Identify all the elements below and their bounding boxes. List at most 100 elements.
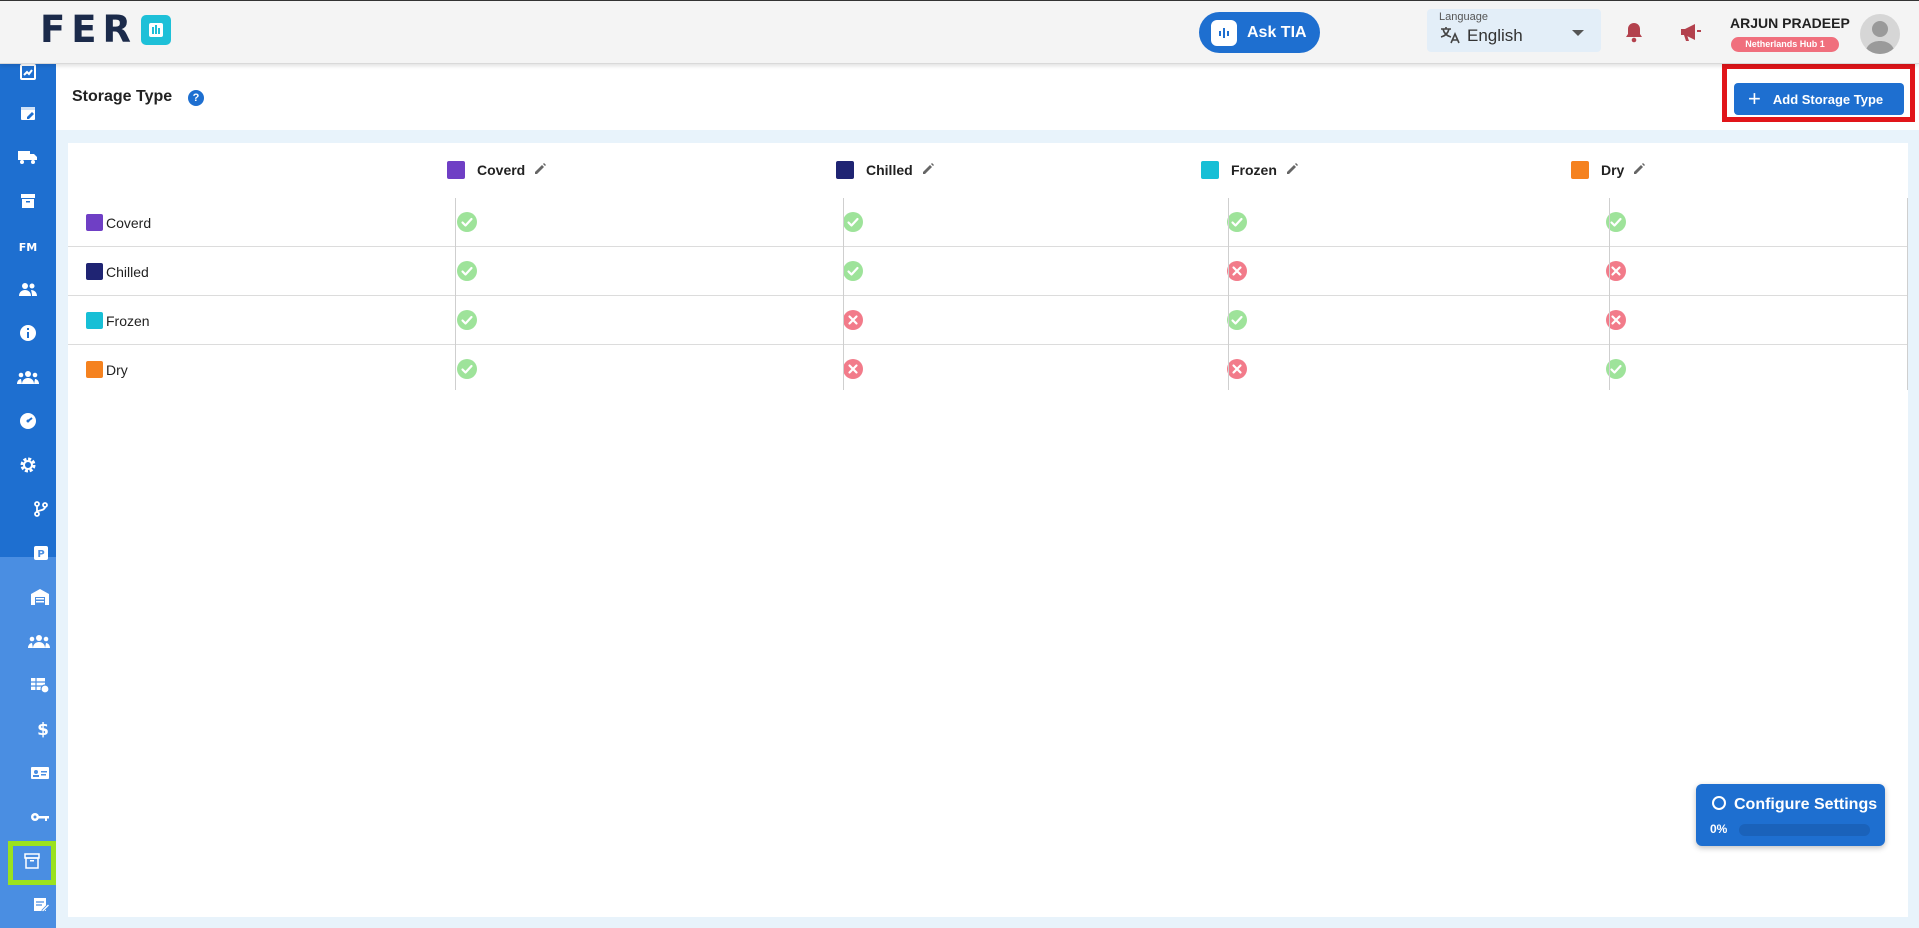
- ask-tia-button[interactable]: Ask TIA: [1199, 12, 1320, 53]
- column-divider: [1609, 198, 1610, 390]
- warehouse-icon: [30, 588, 50, 611]
- parking-icon: P: [32, 544, 50, 567]
- check-circle-icon[interactable]: [457, 359, 477, 379]
- color-swatch: [86, 263, 103, 280]
- column-header-frozen: Frozen: [1201, 161, 1299, 179]
- sidebar-item-routes[interactable]: [0, 491, 56, 531]
- row-label: Frozen: [86, 312, 150, 329]
- sidebar-item-pricing[interactable]: $: [0, 711, 56, 751]
- configure-settings-widget[interactable]: Configure Settings 0%: [1696, 784, 1885, 846]
- sidebar-item-warehouse[interactable]: [0, 579, 56, 619]
- storage-box-icon: [23, 852, 41, 875]
- column-header-label: Chilled: [866, 162, 913, 178]
- logo-mark-icon: [141, 15, 172, 45]
- sidebar-item-storage-type[interactable]: [8, 841, 56, 885]
- app-logo[interactable]: FER: [40, 8, 172, 51]
- sidebar-item-contacts[interactable]: [0, 755, 56, 795]
- check-circle-icon[interactable]: [843, 212, 863, 232]
- configure-progress-bar: [1739, 824, 1870, 836]
- bell-icon[interactable]: [1624, 21, 1644, 48]
- svg-text:P: P: [37, 549, 44, 560]
- progress-ring-icon: [1712, 796, 1726, 810]
- row-label: Chilled: [86, 263, 149, 280]
- check-circle-icon[interactable]: [1227, 212, 1247, 232]
- color-swatch: [836, 161, 854, 179]
- svg-text:$: $: [37, 720, 49, 738]
- cancel-circle-icon[interactable]: [1227, 261, 1247, 281]
- sidebar-item-info[interactable]: [0, 315, 56, 355]
- branch-icon: [32, 500, 50, 523]
- row-label-text: Frozen: [106, 312, 150, 329]
- info-icon: [19, 324, 37, 347]
- row-label: Dry: [86, 361, 128, 378]
- storage-compatibility-card: Coverd Chilled Frozen Dry Coverd Chilled Froz…: [68, 143, 1908, 917]
- note-edit-icon: [32, 895, 51, 918]
- row-label-text: Coverd: [106, 214, 152, 231]
- edit-pencil-icon[interactable]: [1285, 162, 1299, 179]
- color-swatch: [1571, 161, 1589, 179]
- cancel-circle-icon[interactable]: [843, 310, 863, 330]
- column-divider: [1907, 198, 1908, 390]
- chevron-down-icon: [1572, 30, 1584, 36]
- check-circle-icon[interactable]: [1227, 310, 1247, 330]
- sidebar-item-delivery[interactable]: [0, 139, 56, 179]
- compatibility-grid: Coverd Chilled Frozen Dry: [68, 198, 1908, 393]
- sidebar-item-calendar[interactable]: [0, 95, 56, 135]
- table-gear-icon: [30, 676, 50, 699]
- sidebar-item-teams[interactable]: [0, 623, 56, 663]
- sidebar: FM P $: [0, 63, 56, 928]
- plus-icon: +: [1748, 86, 1761, 111]
- speedometer-icon: [19, 412, 37, 435]
- cancel-circle-icon[interactable]: [1227, 359, 1247, 379]
- check-circle-icon[interactable]: [457, 212, 477, 232]
- page-toolbar: Storage Type ?: [56, 64, 1919, 130]
- column-divider: [455, 198, 456, 390]
- megaphone-icon[interactable]: [1678, 21, 1702, 48]
- archive-icon: [19, 192, 37, 215]
- sidebar-item-parking[interactable]: P: [0, 535, 56, 575]
- add-storage-type-label: Add Storage Type: [1772, 91, 1884, 107]
- avatar[interactable]: [1860, 14, 1900, 54]
- edit-pencil-icon[interactable]: [533, 162, 547, 179]
- sidebar-item-notes[interactable]: [0, 886, 56, 926]
- color-swatch: [86, 361, 103, 378]
- language-label: Language: [1439, 11, 1488, 23]
- sidebar-item-fm[interactable]: FM: [0, 227, 56, 267]
- color-swatch: [1201, 161, 1219, 179]
- hub-badge[interactable]: Netherlands Hub 1: [1731, 37, 1839, 52]
- sidebar-item-users[interactable]: [0, 271, 56, 311]
- edit-pencil-icon[interactable]: [921, 162, 935, 179]
- users-icon: [18, 281, 38, 302]
- check-circle-icon[interactable]: [457, 310, 477, 330]
- column-header-dry: Dry: [1571, 161, 1646, 179]
- table-row: Chilled: [68, 247, 1908, 296]
- top-header: FER Ask TIA Language English ARJUN PRADE…: [0, 0, 1919, 64]
- color-swatch: [447, 161, 465, 179]
- row-label: Coverd: [86, 214, 151, 231]
- ask-tia-label: Ask TIA: [1247, 23, 1307, 41]
- sidebar-item-keys[interactable]: [0, 799, 56, 839]
- table-row: Coverd: [68, 198, 1908, 247]
- check-circle-icon[interactable]: [457, 261, 477, 281]
- sidebar-item-table-settings[interactable]: [0, 667, 56, 707]
- check-circle-icon[interactable]: [843, 261, 863, 281]
- sidebar-item-archive[interactable]: [0, 183, 56, 223]
- sidebar-item-groups[interactable]: [0, 359, 56, 399]
- cancel-circle-icon[interactable]: [843, 359, 863, 379]
- report-chart-icon: [19, 63, 37, 86]
- language-value: English: [1467, 26, 1523, 45]
- column-header-label: Frozen: [1231, 162, 1277, 178]
- sidebar-item-settings[interactable]: [0, 447, 56, 487]
- add-storage-type-button[interactable]: + Add Storage Type: [1734, 83, 1904, 115]
- column-header-coverd: Coverd: [447, 161, 547, 179]
- gear-icon: [19, 456, 37, 479]
- color-swatch: [86, 312, 103, 329]
- sidebar-item-dashboard[interactable]: [0, 403, 56, 443]
- logo-text: FER: [40, 8, 138, 51]
- help-icon[interactable]: ?: [188, 90, 204, 106]
- table-row: Frozen: [68, 296, 1908, 345]
- column-divider: [1228, 198, 1229, 390]
- truck-icon: [17, 149, 39, 170]
- language-select[interactable]: Language English: [1427, 9, 1601, 52]
- edit-pencil-icon[interactable]: [1632, 162, 1646, 179]
